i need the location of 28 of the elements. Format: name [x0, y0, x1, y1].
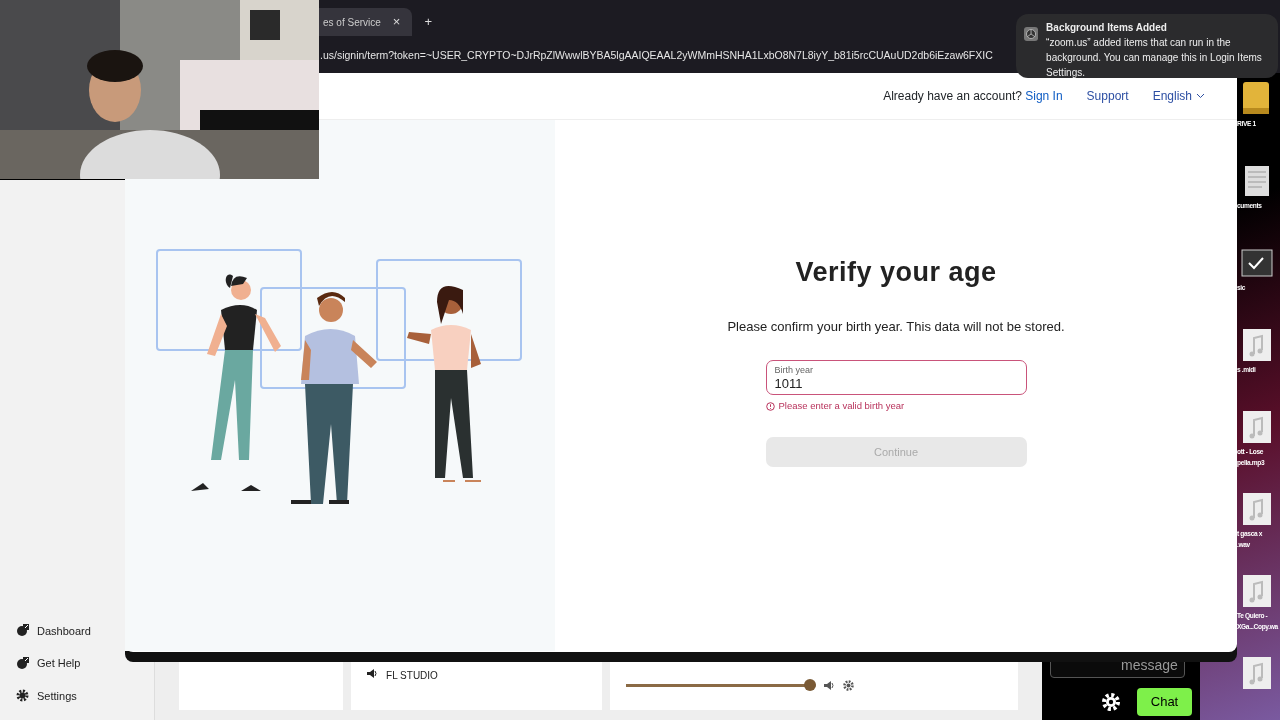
notification-title: Background Items Added — [1046, 21, 1168, 35]
error-message: Please enter a valid birth year — [778, 399, 905, 413]
dashboard-icon — [16, 624, 29, 638]
speaker-icon — [367, 668, 379, 679]
audio-source-name: FL STUDIO — [386, 669, 438, 683]
sidebar-item[interactable]: Settings — [16, 687, 77, 704]
page-subtitle: Please confirm your birth year. This data will not be stored. — [727, 317, 1065, 336]
sidebar-item[interactable]: Get Help — [16, 655, 81, 672]
help-icon — [16, 656, 29, 670]
address-bar[interactable]: .us/signin/term?token=~USER_CRYPTO~DJrRpZlWwwlBYBA5lgAAIQEAAL2yWMmHSNHA1LxbO8N7L8iyY_b81i5rcCUAuUD2db6iEzaw6FXIC — [319, 42, 1011, 68]
language-dropdown[interactable]: English — [1152, 87, 1205, 105]
chat-button[interactable]: Chat — [1137, 688, 1192, 716]
settings-icon — [16, 689, 29, 703]
notification-message: “zoom.us” added items that can run in the background. You can manage this in Login Items Settings. — [1046, 36, 1263, 80]
sign-in-link[interactable]: Sign In — [1025, 89, 1063, 103]
support-link[interactable]: Support — [1086, 87, 1129, 105]
sidebar-item[interactable]: Dashboard — [16, 622, 91, 639]
field-label: Birth year — [774, 364, 813, 377]
account-prompt: Already have an account? — [883, 89, 1023, 103]
notification[interactable]: Background Items Added “zoom.us” added items that can run in the background. You can manage this in Login Items Settings. — [1016, 14, 1278, 78]
new-tab-button[interactable]: + — [420, 12, 436, 32]
page-title: Verify your age — [795, 256, 997, 289]
error-icon — [765, 401, 775, 411]
browser-tab[interactable]: es of Service × — [319, 8, 413, 36]
settings-icon[interactable] — [842, 679, 854, 691]
chevron-down-icon — [1196, 93, 1205, 99]
close-tab-button[interactable]: × — [388, 12, 405, 32]
speaker-icon[interactable] — [823, 679, 835, 691]
